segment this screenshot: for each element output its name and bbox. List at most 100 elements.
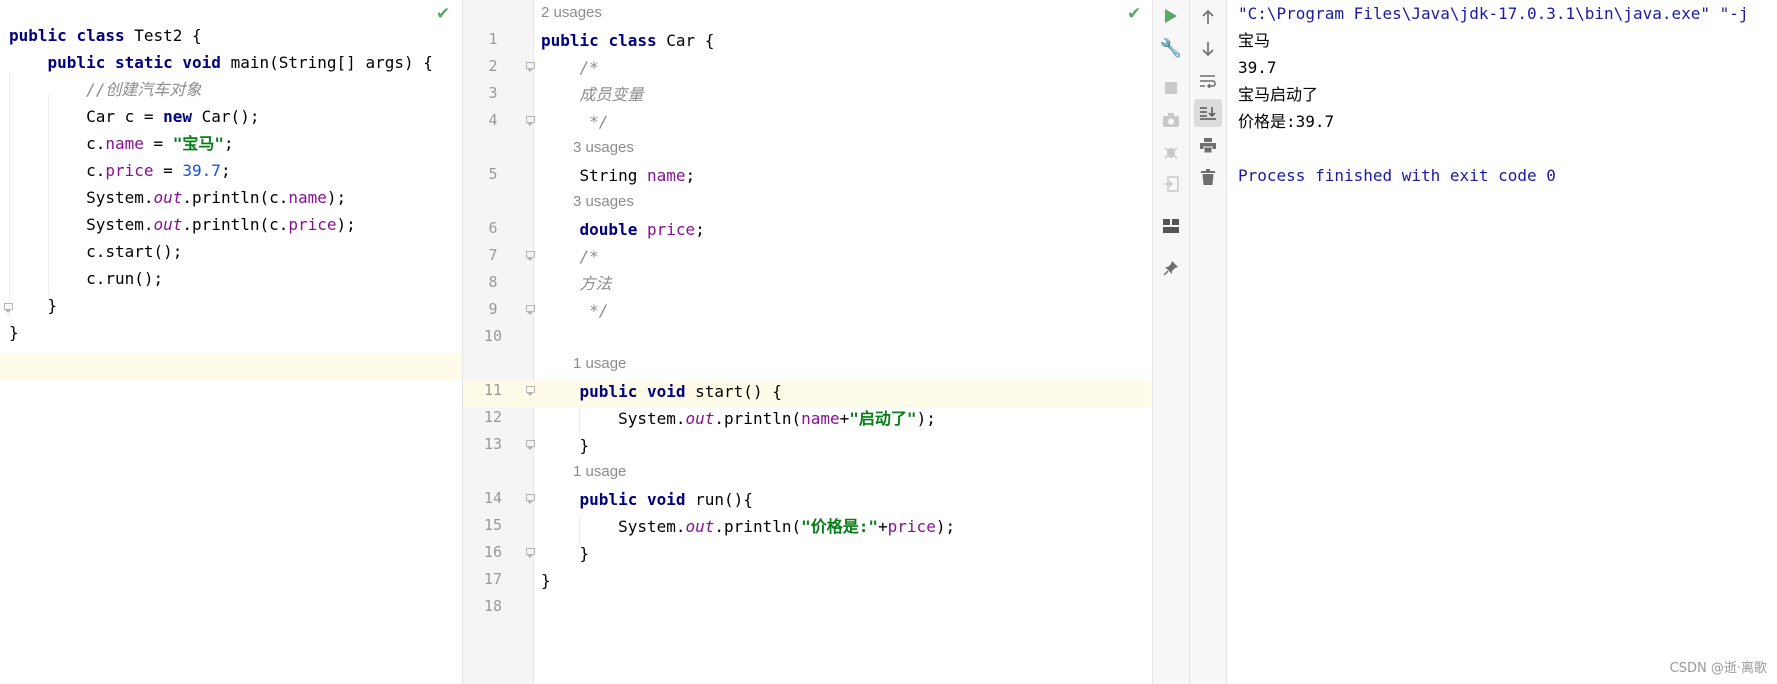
console-command: "C:\Program Files\Java\jdk-17.0.3.1\bin\…: [1238, 4, 1749, 23]
layout-icon[interactable]: [1157, 212, 1185, 240]
code-token: 方法: [579, 274, 612, 293]
code-token: price: [105, 161, 154, 180]
code-token: public: [579, 490, 647, 509]
code-token: System.: [9, 215, 154, 234]
line-number: 15: [483, 516, 503, 534]
check-icon: ✔: [436, 4, 451, 24]
code-token: static: [114, 53, 183, 72]
stop-icon[interactable]: [1157, 74, 1185, 102]
pin-icon[interactable]: [1157, 254, 1185, 282]
code-token: name: [646, 166, 686, 185]
code-line[interactable]: /*: [533, 243, 1151, 270]
usages-hint[interactable]: 1 usage: [573, 463, 626, 480]
code-line[interactable]: c.price = 39.7;: [9, 157, 462, 184]
fold-marker[interactable]: [3, 303, 13, 313]
exit-icon[interactable]: [1157, 170, 1185, 198]
code-token: void: [182, 53, 231, 72]
code-line[interactable]: }: [9, 292, 462, 319]
line-number: 12: [483, 408, 503, 426]
code-line[interactable]: //创建汽车对象: [9, 76, 462, 103]
arrow-up-icon[interactable]: [1194, 3, 1222, 31]
arrow-down-icon[interactable]: [1194, 35, 1222, 63]
usages-hint[interactable]: 3 usages: [573, 139, 634, 156]
code-token: Car c =: [9, 107, 164, 126]
code-line[interactable]: }: [9, 319, 462, 346]
code-line[interactable]: }: [533, 432, 1151, 459]
code-token: void: [646, 490, 696, 509]
watermark: CSDN @逝·离歌: [1669, 661, 1767, 676]
code-line[interactable]: double price;: [533, 216, 1151, 243]
code-token: /*: [579, 58, 599, 77]
code-line[interactable]: public void run(){: [533, 486, 1151, 513]
code-line[interactable]: System.out.println(c.price);: [9, 211, 462, 238]
line-number: 8: [488, 273, 498, 291]
print-icon[interactable]: [1194, 131, 1222, 159]
code-token: out: [685, 517, 715, 536]
usages-hint[interactable]: 1 usage: [573, 355, 626, 372]
code-token: public: [47, 53, 115, 72]
code-line[interactable]: public static void main(String[] args) {: [9, 49, 462, 76]
code-line[interactable]: c.name = "宝马";: [9, 130, 462, 157]
line-number: 9: [488, 300, 498, 318]
console-line: 价格是:39.7: [1238, 112, 1335, 131]
code-line[interactable]: public class Car {: [533, 27, 1151, 54]
code-token: price: [288, 215, 337, 234]
trash-icon[interactable]: [1194, 163, 1222, 191]
line-number: 18: [483, 597, 503, 615]
code-token: name: [801, 409, 840, 428]
code-token: 39.7: [182, 161, 221, 180]
console-line: 39.7: [1238, 58, 1277, 77]
code-line[interactable]: String name;: [533, 162, 1151, 189]
code-line[interactable]: public void start() {: [533, 378, 1151, 405]
usages-hint[interactable]: 3 usages: [573, 193, 634, 210]
code-line[interactable]: }: [533, 540, 1151, 567]
usages-hint[interactable]: 2 usages: [541, 4, 602, 21]
code-token: class: [76, 26, 135, 45]
console-finish-message: Process finished with exit code 0: [1238, 166, 1556, 185]
code-line[interactable]: System.out.println(name+"启动了");: [533, 405, 1151, 432]
wrench-icon[interactable]: 🔧: [1157, 34, 1185, 62]
code-line[interactable]: */: [533, 297, 1151, 324]
code-token: +: [878, 517, 888, 536]
code-token: );: [326, 188, 347, 207]
camera-icon[interactable]: [1157, 106, 1185, 134]
code-token: out: [685, 409, 715, 428]
left-editor[interactable]: ✔ public class Test2 { public static voi…: [0, 0, 463, 684]
code-line[interactable]: */: [533, 108, 1151, 135]
console-line: 宝马: [1238, 31, 1271, 50]
soft-wrap-icon[interactable]: [1194, 67, 1222, 95]
run-toolbar: 🔧: [1152, 0, 1189, 684]
code-line[interactable]: 成员变量: [533, 81, 1151, 108]
run-console[interactable]: "C:\Program Files\Java\jdk-17.0.3.1\bin\…: [1226, 0, 1777, 684]
code-token: System.: [9, 188, 154, 207]
code-line[interactable]: }: [533, 567, 1151, 594]
code-token: ;: [220, 161, 231, 180]
code-token: c.start();: [9, 242, 183, 261]
code-token: .println(c.: [182, 188, 289, 207]
code-token: c.: [9, 134, 106, 153]
code-line[interactable]: /*: [533, 54, 1151, 81]
code-line[interactable]: Car c = new Car();: [9, 103, 462, 130]
code-line[interactable]: System.out.println("价格是:"+price);: [533, 513, 1151, 540]
code-token: out: [153, 215, 183, 234]
right-editor[interactable]: 2 usages ✔ 1 public class Car {2 /* 3 成员变量…: [463, 0, 1151, 684]
code-line[interactable]: 方法: [533, 270, 1151, 297]
console-line: 宝马启动了: [1238, 85, 1319, 104]
code-token: "价格是:": [801, 517, 879, 536]
rerun-icon[interactable]: [1157, 2, 1185, 30]
code-line[interactable]: public class Test2 {: [9, 22, 462, 49]
scroll-to-end-icon[interactable]: [1194, 99, 1222, 127]
debug-icon[interactable]: [1157, 138, 1185, 166]
code-token: .println(: [714, 409, 802, 428]
code-line[interactable]: System.out.println(c.name);: [9, 184, 462, 211]
code-line[interactable]: c.start();: [9, 238, 462, 265]
code-token: main(String[] args) {: [230, 53, 433, 72]
code-token: System.: [541, 517, 686, 536]
code-token: public: [541, 31, 609, 50]
code-line[interactable]: c.run();: [9, 265, 462, 292]
